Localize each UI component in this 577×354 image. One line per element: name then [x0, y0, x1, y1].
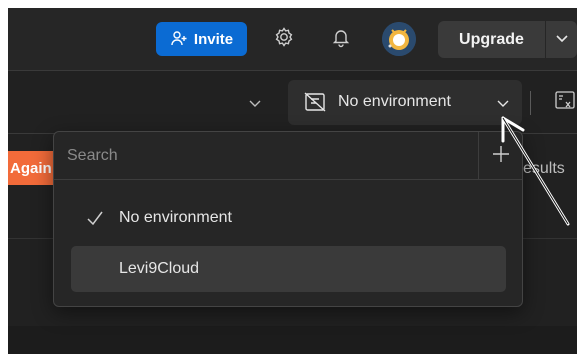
chevron-down-icon — [555, 31, 569, 49]
person-plus-icon — [170, 30, 188, 48]
plus-icon — [491, 144, 511, 169]
variables-icon[interactable] — [554, 90, 576, 117]
invite-label: Invite — [193, 30, 234, 48]
toolbar-divider — [530, 91, 531, 115]
bell-icon[interactable] — [330, 26, 352, 48]
avatar[interactable] — [382, 22, 416, 56]
chevron-down-icon[interactable] — [248, 96, 262, 114]
environment-option-levi9cloud[interactable]: Levi9Cloud — [71, 246, 506, 292]
environment-dropdown: No environment Levi9Cloud — [53, 131, 523, 307]
environment-option-no-environment[interactable]: No environment — [71, 195, 506, 241]
bottom-panel — [8, 326, 577, 354]
option-label: No environment — [119, 209, 232, 226]
gear-icon[interactable] — [273, 26, 295, 48]
app-window: Invite Upgrade No environment Again esul… — [8, 8, 577, 354]
add-environment-button[interactable] — [479, 132, 522, 180]
option-label: Levi9Cloud — [119, 260, 200, 277]
environment-selected-label: No environment — [338, 93, 451, 110]
check-icon — [86, 210, 104, 231]
upgrade-button[interactable]: Upgrade — [438, 21, 545, 58]
chevron-down-icon — [496, 96, 510, 114]
environment-search-input[interactable] — [67, 144, 467, 168]
no-environment-icon — [304, 92, 326, 117]
environment-selector[interactable]: No environment — [288, 80, 522, 125]
dropdown-search-row — [54, 132, 522, 180]
invite-button[interactable]: Invite — [156, 22, 247, 56]
top-header: Invite Upgrade — [8, 8, 577, 71]
upgrade-menu-button[interactable] — [546, 21, 577, 58]
results-label: esults — [523, 160, 565, 177]
